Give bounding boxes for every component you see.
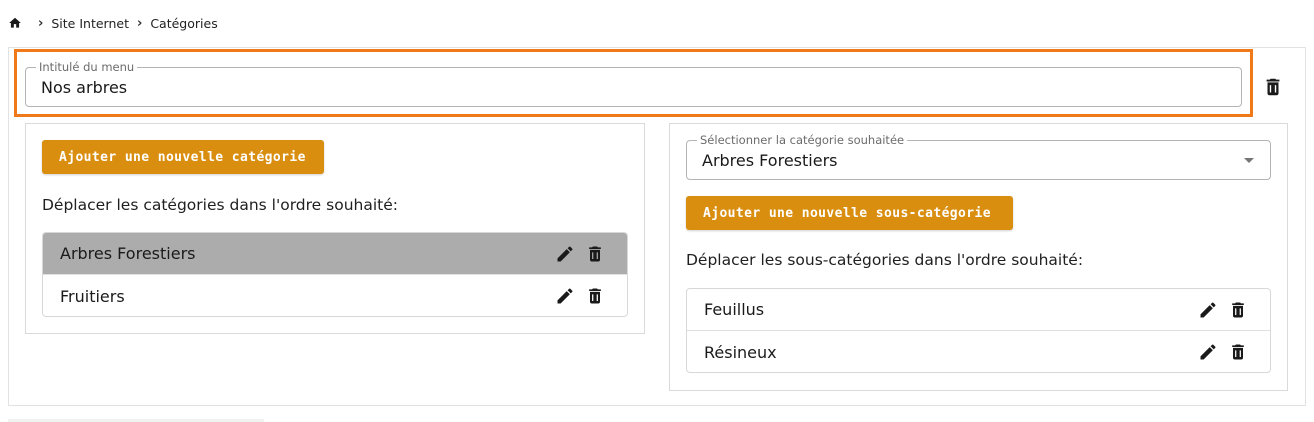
chevron-right-icon: › [38, 15, 44, 31]
list-item[interactable]: Feuillus [687, 289, 1270, 331]
edit-icon[interactable] [555, 286, 575, 306]
menu-title-highlight [14, 49, 1253, 117]
category-label: Arbres Forestiers [60, 244, 196, 263]
delete-menu-icon[interactable] [1262, 76, 1284, 98]
delete-icon[interactable] [585, 244, 605, 264]
delete-icon[interactable] [1228, 342, 1248, 362]
categories-list: Arbres Forestiers Fruitiers [42, 232, 628, 317]
add-subcategory-button[interactable]: Ajouter une nouvelle sous-catégorie [686, 196, 1013, 230]
home-icon[interactable] [8, 16, 22, 30]
add-category-button[interactable]: Ajouter une nouvelle catégorie [42, 140, 324, 174]
list-item[interactable]: Arbres Forestiers [43, 233, 627, 275]
list-item[interactable]: Résineux [687, 331, 1270, 372]
edit-icon[interactable] [1198, 342, 1218, 362]
chevron-right-icon: › [136, 15, 143, 31]
subcategories-helper-text: Déplacer les sous-catégories dans l'ordr… [686, 251, 1084, 269]
categories-helper-text: Déplacer les catégories dans l'ordre sou… [42, 196, 398, 214]
subcategory-label: Feuillus [704, 300, 765, 319]
edit-icon[interactable] [555, 244, 575, 264]
subcategories-list: Feuillus Résineux [686, 288, 1271, 373]
breadcrumb-item-categories: Catégories [150, 15, 218, 31]
breadcrumb-item-site-internet[interactable]: Site Internet [51, 16, 129, 31]
list-item[interactable]: Fruitiers [43, 275, 627, 316]
caret-down-icon[interactable] [1244, 158, 1254, 163]
subcategory-label: Résineux [704, 342, 777, 362]
category-select-label: Sélectionner la catégorie souhaitée [697, 133, 908, 147]
delete-icon[interactable] [585, 286, 605, 306]
delete-icon[interactable] [1228, 300, 1248, 320]
breadcrumb: › Site Internet › Catégories [8, 14, 218, 32]
category-select-value: Arbres Forestiers [702, 151, 838, 170]
edit-icon[interactable] [1198, 300, 1218, 320]
category-select[interactable]: Sélectionner la catégorie souhaitée Arbr… [686, 133, 1271, 180]
category-label: Fruitiers [60, 286, 125, 306]
